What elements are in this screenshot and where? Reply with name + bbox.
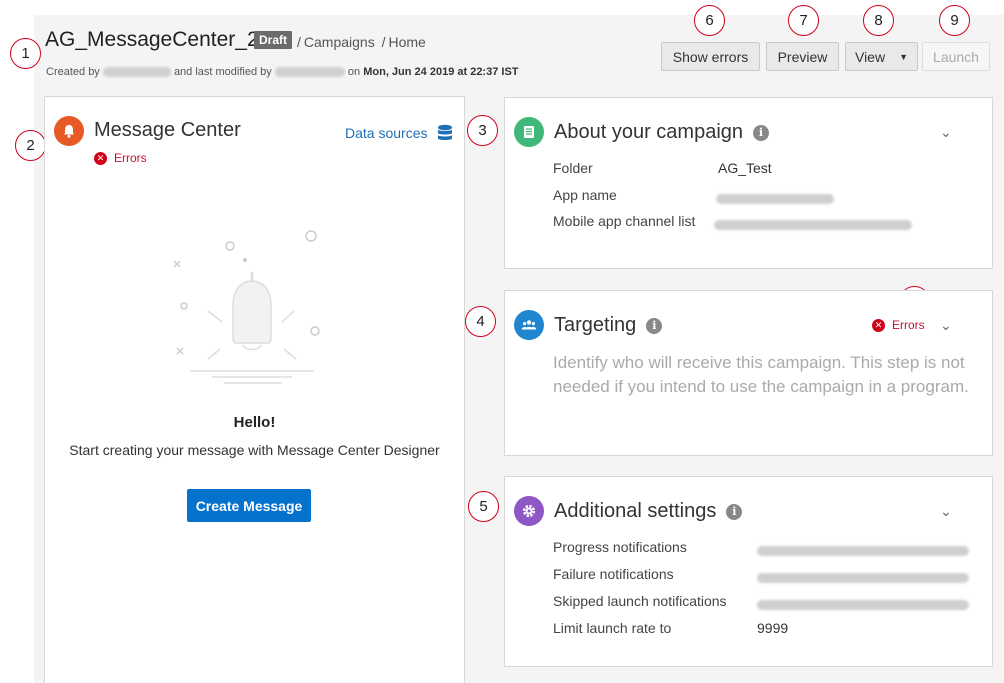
app-name-value-redacted [716,190,834,206]
view-dropdown[interactable]: View ▼ [845,42,918,71]
annotation-marker: 3 [467,115,498,146]
annotation-marker: 7 [788,5,819,36]
progress-notifications-value-redacted [757,542,969,558]
skipped-notifications-label: Skipped launch notifications [553,593,727,609]
limit-launch-rate-label: Limit launch rate to [553,620,672,636]
limit-launch-rate-value: 9999 [757,620,789,636]
annotation-marker: 4 [465,306,496,337]
database-icon[interactable] [437,124,453,147]
app-name-label: App name [553,187,617,203]
progress-notifications-label: Progress notifications [553,539,687,555]
page-title: AG_MessageCenter_2 [45,28,259,51]
annotation-marker: 1 [10,38,41,69]
folder-label: Folder [553,160,593,176]
bell-icon [54,116,84,146]
info-icon[interactable]: i [726,503,743,520]
targeting-title: Targeting i [554,314,663,337]
gear-icon [514,496,544,526]
chevron-down-icon[interactable]: ⌄ [940,124,952,141]
channel-list-value-redacted [714,216,912,232]
failure-notifications-value-redacted [757,569,969,585]
annotation-marker: 2 [15,130,46,161]
skipped-notifications-value-redacted [757,596,969,612]
annotation-marker: 9 [939,5,970,36]
creator-name-redacted [102,67,171,78]
error-icon: ✕ [94,151,107,165]
modified-info: Created by and last modified by on Mon, … [46,66,519,78]
chevron-down-icon[interactable]: ⌄ [940,503,952,520]
channel-list-label: Mobile app channel list [553,213,696,229]
caret-down-icon: ▼ [899,51,908,62]
targeting-description: Identify who will receive this campaign.… [553,353,969,396]
additional-settings-title: Additional settings i [554,500,743,523]
empty-state-text: Start creating your message with Message… [69,442,440,458]
message-center-errors[interactable]: ✕ Errors [94,151,147,165]
draft-badge: Draft [254,31,293,49]
modifier-name-redacted [274,67,345,78]
empty-state-heading: Hello! [233,414,276,431]
breadcrumb-campaigns[interactable]: Campaigns [304,34,375,50]
info-icon[interactable]: i [646,317,663,334]
preview-button[interactable]: Preview [766,42,839,71]
show-errors-button[interactable]: Show errors [661,42,760,71]
error-icon: ✕ [872,318,885,332]
info-icon[interactable]: i [753,124,770,141]
breadcrumb-home[interactable]: Home [389,34,426,50]
annotation-marker: 8 [863,5,894,36]
message-center-title: Message Center [94,119,241,141]
data-sources-link[interactable]: Data sources [345,125,427,141]
empty-state-bell-illustration [160,225,340,395]
annotation-marker: 6 [694,5,725,36]
failure-notifications-label: Failure notifications [553,566,674,582]
chevron-down-icon[interactable]: ⌄ [940,317,952,334]
about-campaign-title: About your campaign i [554,121,770,144]
breadcrumb: / Campaigns / Home [297,34,426,50]
folder-value: AG_Test [718,160,772,176]
annotation-marker: 5 [468,491,499,522]
document-icon [514,117,544,147]
launch-button[interactable]: Launch [922,42,990,71]
people-icon [514,310,544,340]
targeting-errors[interactable]: ✕ Errors [872,318,925,332]
create-message-button[interactable]: Create Message [187,489,311,522]
